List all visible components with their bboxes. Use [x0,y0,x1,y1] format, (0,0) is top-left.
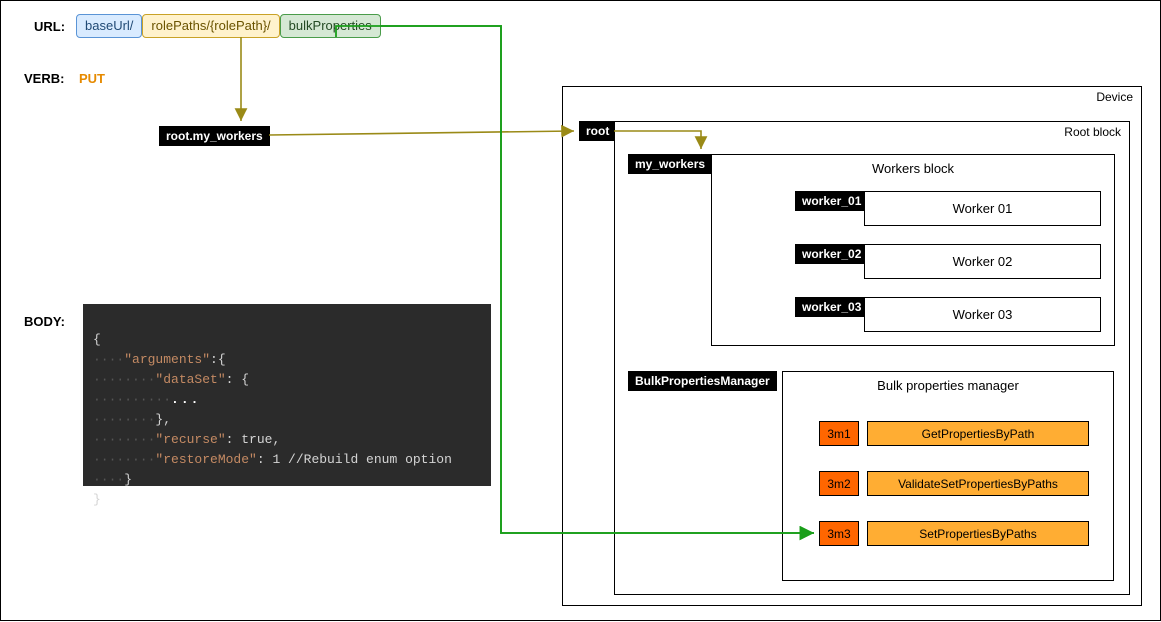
rolepath-value-tag: root.my_workers [159,126,270,146]
url-part-base: baseUrl/ [76,14,142,38]
url-pill-row: baseUrl/rolePaths/{rolePath}/bulkPropert… [76,14,381,38]
code-l4-dots: ·········· [93,392,171,407]
code-l3-dots: ········ [93,372,155,387]
verb-label: VERB: [24,71,64,86]
worker-02-title: Worker 02 [953,254,1013,269]
bulk-manager-tag: BulkPropertiesManager [628,371,777,391]
url-part-role: rolePaths/{rolePath}/ [142,14,279,38]
code-l6-rest: : true, [226,432,281,447]
arrow-tag-to-root [269,131,574,135]
body-label: BODY: [24,314,65,329]
workers-block-title: Workers block [712,155,1114,176]
code-l7-dots: ········ [93,452,155,467]
method-3-idx: 3m3 [819,521,859,546]
verb-value: PUT [79,71,105,86]
code-l6-dots: ········ [93,432,155,447]
code-l2-rest: :{ [210,352,226,367]
worker-01-tag: worker_01 [795,191,868,211]
code-l8-dots: ···· [93,472,124,487]
code-l5-rest: }, [155,412,171,427]
code-l8-rest: } [124,472,132,487]
code-l1: { [93,332,101,347]
code-l9: } [93,492,101,507]
code-l7-key: "restoreMode" [155,452,256,467]
code-l7-rest: : 1 //Rebuild enum option [257,452,452,467]
bulk-manager-title: Bulk properties manager [783,372,1113,393]
method-1-label: GetPropertiesByPath [867,421,1089,446]
code-l2-dots: ···· [93,352,124,367]
worker-02-tag: worker_02 [795,244,868,264]
method-3-label: SetPropertiesByPaths [867,521,1089,546]
worker-03-title: Worker 03 [953,307,1013,322]
method-2-idx: 3m2 [819,471,859,496]
method-1-idx: 3m1 [819,421,859,446]
url-part-bulk: bulkProperties [280,14,381,38]
device-title: Device [1096,90,1133,104]
root-block-title: Root block [1064,125,1121,139]
url-label: URL: [34,19,65,34]
code-l4-ellipsis: ... [171,392,200,407]
worker-03-tag: worker_03 [795,297,868,317]
worker-01-title: Worker 01 [953,201,1013,216]
code-l5-dots: ········ [93,412,155,427]
code-l2-key: "arguments" [124,352,210,367]
body-code: { ····"arguments":{ ········"dataSet": {… [83,304,491,486]
my-workers-tag: my_workers [628,154,712,174]
worker-02-box: Worker 02 [864,244,1101,279]
code-l3-rest: : { [226,372,249,387]
method-2-label: ValidateSetPropertiesByPaths [867,471,1089,496]
root-tag: root [579,121,616,141]
code-l3-key: "dataSet" [155,372,225,387]
worker-01-box: Worker 01 [864,191,1101,226]
worker-03-box: Worker 03 [864,297,1101,332]
code-l6-key: "recurse" [155,432,225,447]
